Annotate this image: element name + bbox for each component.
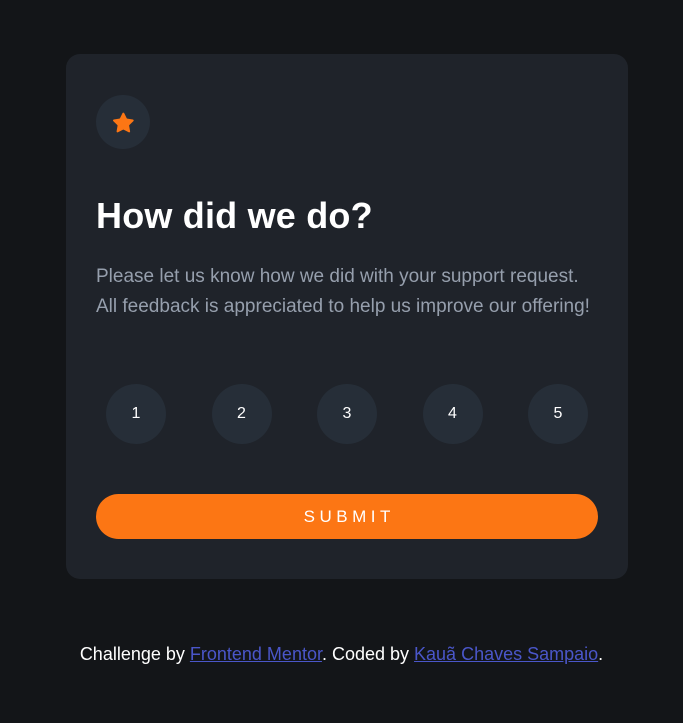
rating-button-3[interactable]: 3 bbox=[317, 384, 377, 444]
star-icon bbox=[112, 112, 134, 132]
rating-button-5[interactable]: 5 bbox=[528, 384, 588, 444]
attribution-prefix: Challenge by bbox=[79, 644, 190, 664]
rating-button-1[interactable]: 1 bbox=[106, 384, 166, 444]
rating-card: How did we do? Please let us know how we… bbox=[66, 54, 628, 579]
frontend-mentor-link[interactable]: Frontend Mentor bbox=[190, 644, 322, 664]
rating-button-4[interactable]: 4 bbox=[422, 384, 483, 444]
author-link[interactable]: Kauã Chaves Sampaio bbox=[414, 644, 598, 664]
rating-options: 1 2 3 4 5 bbox=[106, 384, 588, 444]
attribution-middle: . Coded by bbox=[321, 644, 415, 664]
card-description: Please let us know how we did with your … bbox=[96, 266, 590, 317]
card-title: How did we do? bbox=[96, 195, 373, 236]
attribution-suffix: . bbox=[598, 644, 604, 664]
submit-button[interactable]: SUBMIT bbox=[96, 494, 598, 539]
attribution: Challenge by Frontend Mentor. Coded by K… bbox=[0, 641, 683, 667]
rating-button-2[interactable]: 2 bbox=[211, 384, 272, 444]
star-badge bbox=[96, 95, 150, 149]
